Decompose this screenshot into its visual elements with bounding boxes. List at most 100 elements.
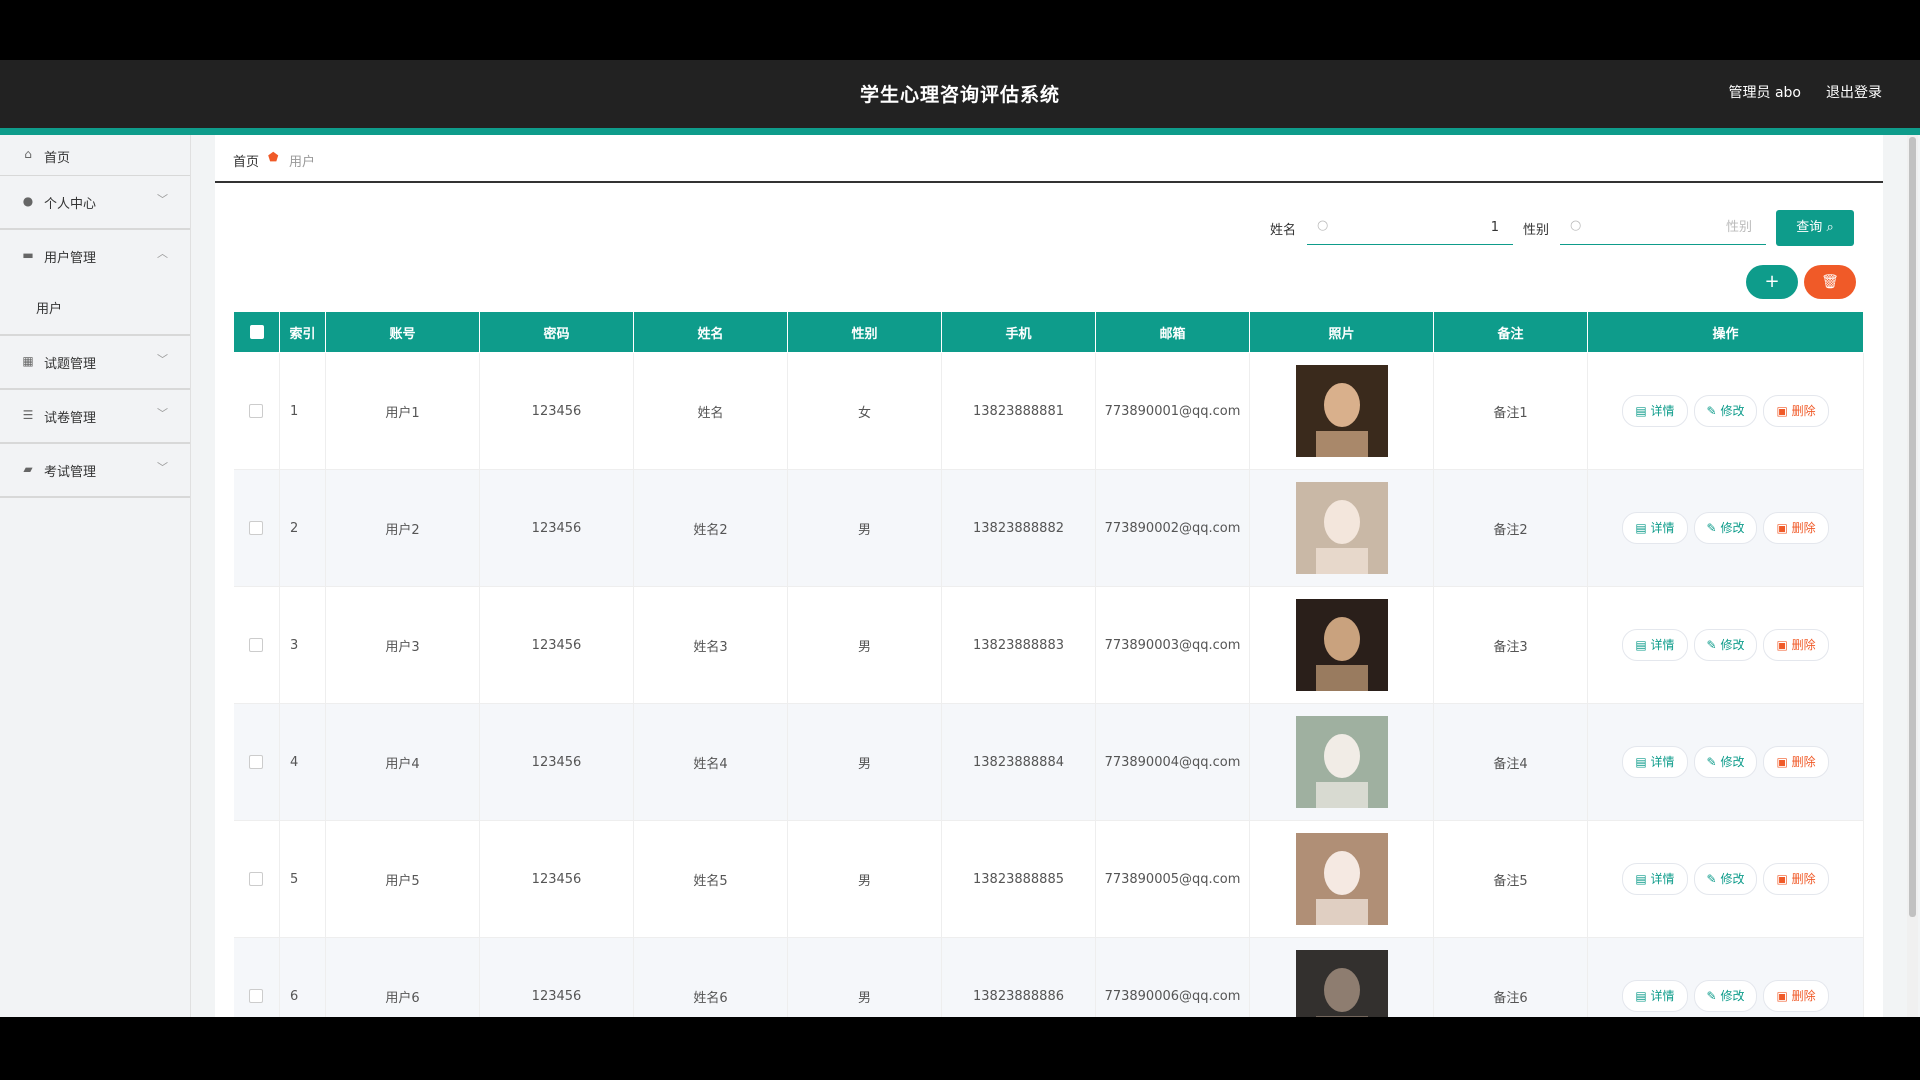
detail-button[interactable]: ▤ 详情 [1622,629,1688,661]
user-photo[interactable] [1295,950,1388,1017]
user-photo[interactable] [1295,482,1388,574]
user-photo[interactable] [1295,599,1388,691]
row-checkbox[interactable] [249,989,264,1003]
sidebar-item-paper-management[interactable]: ☰ 试卷管理 ﹀ [0,390,190,444]
row-select-cell [233,937,280,1017]
search-icon: ○ [1570,218,1582,233]
edit-button[interactable]: ✎ 修改 [1693,980,1758,1012]
table-row: 2 用户2 123456 姓名2 男 13823888882 773890002@qq.co… [233,469,1864,587]
row-checkbox[interactable] [249,404,264,418]
name-filter-input[interactable] [1337,214,1501,240]
cell-email: 773890003@qq.com [1095,586,1250,704]
delete-button-label: 删除 [1791,872,1816,886]
document-icon: ▤ [1635,989,1647,1003]
cell-gender: 男 [787,586,942,704]
edit-button[interactable]: ✎ 修改 [1693,746,1758,778]
user-photo[interactable] [1295,365,1388,457]
edit-button-label: 修改 [1720,638,1745,652]
document-icon: ▤ [1635,755,1647,769]
cell-password: 123456 [479,820,634,938]
user-list-panel: 姓名 ○ 性别 ○ 查询 ⌕ + 🗑 [215,195,1883,1017]
sidebar-item-home[interactable]: ⌂ 首页 [0,135,190,176]
gender-filter-field[interactable]: ○ [1560,210,1766,245]
row-checkbox[interactable] [249,872,264,886]
detail-button[interactable]: ▤ 详情 [1622,980,1688,1012]
sidebar-item-personal-center[interactable]: ● 个人中心 ﹀ [0,176,190,230]
delete-button[interactable]: ▣ 删除 [1763,629,1829,661]
sidebar-item-exam-management[interactable]: ▰ 考试管理 ﹀ [0,444,190,498]
gender-filter-input[interactable] [1590,214,1754,240]
cell-name: 姓名5 [633,820,788,938]
top-bar: 学生心理咨询评估系统 管理员 abo 退出登录 [0,60,1920,128]
add-button[interactable]: + [1746,265,1798,299]
detail-button[interactable]: ▤ 详情 [1622,512,1688,544]
breadcrumb-home[interactable]: 首页 [233,151,259,170]
select-all-cell [233,311,280,353]
edit-button[interactable]: ✎ 修改 [1693,512,1758,544]
delete-button[interactable]: ▣ 删除 [1763,863,1829,895]
chevron-down-icon: ﹀ [157,461,168,474]
detail-button-label: 详情 [1650,404,1675,418]
delete-button[interactable]: ▣ 删除 [1763,395,1829,427]
delete-button-label: 删除 [1791,638,1816,652]
edit-button[interactable]: ✎ 修改 [1693,629,1758,661]
cell-account: 用户1 [325,352,480,470]
header-accent-bar [0,128,1920,135]
row-select-cell [233,469,280,587]
name-filter-field[interactable]: ○ [1307,210,1513,245]
trash-icon: 🗑 [1821,274,1839,290]
user-table: 索引 账号 密码 姓名 性别 手机 邮箱 照片 备注 操作 1 用户1 123456… [233,311,1864,1017]
logout-link[interactable]: 退出登录 [1826,82,1882,102]
home-icon: ⌂ [24,147,32,161]
row-select-cell [233,586,280,704]
table-row: 1 用户1 123456 姓名女 13823888881 773890001@qq.com… [233,352,1864,470]
select-all-checkbox[interactable] [249,325,264,339]
user-photo[interactable] [1295,716,1388,808]
chevron-up-icon: ︿ [157,247,168,260]
detail-button[interactable]: ▤ 详情 [1622,863,1688,895]
trash-icon: ▣ [1776,872,1788,886]
query-button[interactable]: 查询 ⌕ [1776,210,1854,246]
column-header: 姓名 [633,311,788,353]
sidebar-item-question-management[interactable]: ▦ 试题管理 ﹀ [0,336,190,390]
cell-gender: 女 [787,352,942,470]
chevron-down-icon: ﹀ [157,407,168,420]
app-screen: 学生心理咨询评估系统 管理员 abo 退出登录 ⌂ 首页 ● 个人中心 ﹀ ▬ … [0,60,1920,1017]
scrollbar-thumb[interactable] [1909,137,1916,917]
detail-button[interactable]: ▤ 详情 [1622,746,1688,778]
edit-button[interactable]: ✎ 修改 [1693,863,1758,895]
detail-button[interactable]: ▤ 详情 [1622,395,1688,427]
document-icon: ▤ [1635,521,1647,535]
delete-button[interactable]: ▣ 删除 [1763,980,1829,1012]
row-checkbox[interactable] [249,521,264,535]
edit-button-label: 修改 [1720,872,1745,886]
edit-button[interactable]: ✎ 修改 [1693,395,1758,427]
sidebar-item-user-management[interactable]: ▬ 用户管理 ︿ [0,230,190,282]
cell-note: 备注3 [1433,586,1588,704]
sidebar-subitem-users[interactable]: 用户 [0,282,190,336]
user-photo[interactable] [1295,833,1388,925]
edit-button-label: 修改 [1720,521,1745,535]
row-select-cell [233,352,280,470]
page-scrollbar[interactable] [1907,135,1918,1017]
pencil-icon: ✎ [1706,755,1717,769]
trash-icon: ▣ [1776,404,1788,418]
table-row: 4 用户4 123456 姓名4 男 13823888884 773890004@qq.co… [233,703,1864,821]
delete-button[interactable]: ▣ 删除 [1763,746,1829,778]
row-checkbox[interactable] [249,755,264,769]
cell-phone: 13823888884 [941,703,1096,821]
grid-icon: ▦ [22,354,34,368]
cell-phone: 13823888886 [941,937,1096,1017]
row-checkbox[interactable] [249,638,264,652]
cell-index: 6 [279,937,326,1017]
cell-operations: ▤ 详情 ✎ 修改 ▣ 删除 [1587,820,1864,938]
delete-button[interactable]: ▣ 删除 [1763,512,1829,544]
name-filter-label: 姓名 [1270,223,1297,238]
cell-index: 4 [279,703,326,821]
briefcase-icon: ▬ [22,248,34,262]
detail-button-label: 详情 [1650,989,1675,1003]
sidebar-item-label: 试卷管理 [44,411,97,426]
cell-gender: 男 [787,937,942,1017]
edit-button-label: 修改 [1720,989,1745,1003]
batch-delete-button[interactable]: 🗑 [1804,265,1856,299]
